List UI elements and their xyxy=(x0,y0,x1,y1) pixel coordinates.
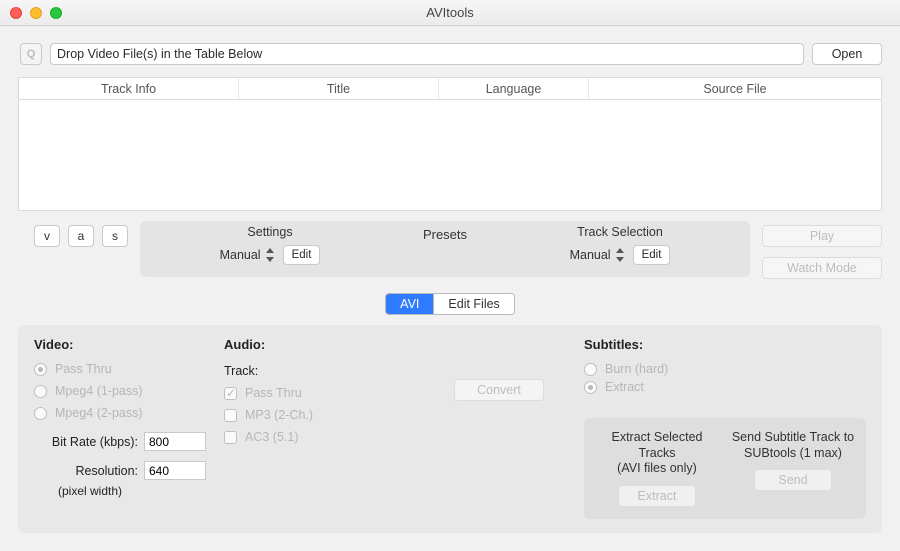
file-drop-field[interactable]: Drop Video File(s) in the Table Below xyxy=(50,43,804,65)
audio-mp3-option[interactable]: MP3 (2-Ch.) xyxy=(224,408,414,422)
options-panel: Video: Pass Thru Mpeg4 (1-pass) Mpeg4 (2… xyxy=(18,325,882,533)
resolution-hint: (pixel width) xyxy=(58,484,214,498)
open-button[interactable]: Open xyxy=(812,43,882,65)
option-label: AC3 (5.1) xyxy=(245,430,299,444)
column-track-info[interactable]: Track Info xyxy=(19,78,239,99)
video-mpeg4-2pass-option[interactable]: Mpeg4 (2-pass) xyxy=(34,406,214,420)
mode-segmented-control: AVI Edit Files xyxy=(385,293,515,315)
radio-icon xyxy=(34,363,47,376)
settings-dropdown[interactable]: Manual xyxy=(220,248,275,262)
segmented-row: AVI Edit Files xyxy=(0,293,900,315)
checkbox-icon xyxy=(224,431,237,444)
video-pass-thru-option[interactable]: Pass Thru xyxy=(34,362,214,376)
resolution-input[interactable] xyxy=(144,461,206,480)
send-button[interactable]: Send xyxy=(754,469,832,491)
s-button[interactable]: s xyxy=(102,225,128,247)
presets-panel: Settings Manual Edit Presets Track Selec… xyxy=(140,221,750,277)
bitrate-input[interactable] xyxy=(144,432,206,451)
video-mpeg4-1pass-option[interactable]: Mpeg4 (1-pass) xyxy=(34,384,214,398)
presets-title: Presets xyxy=(423,227,467,242)
radio-icon xyxy=(34,407,47,420)
convert-button[interactable]: Convert xyxy=(454,379,544,401)
presets-settings-col: Settings Manual Edit xyxy=(150,225,390,265)
track-selection-dropdown[interactable]: Manual xyxy=(570,248,625,262)
option-label: Mpeg4 (2-pass) xyxy=(55,406,143,420)
column-language[interactable]: Language xyxy=(439,78,589,99)
column-title[interactable]: Title xyxy=(239,78,439,99)
mid-row: v a s Settings Manual Edit Presets Track… xyxy=(18,221,882,279)
radio-icon xyxy=(584,381,597,394)
presets-track-col: Track Selection Manual Edit xyxy=(500,225,740,265)
audio-column: Audio: Track: Pass Thru MP3 (2-Ch.) AC3 … xyxy=(224,337,414,519)
tracks-table: Track Info Title Language Source File xyxy=(18,77,882,211)
tracks-table-body[interactable] xyxy=(19,100,881,210)
audio-ac3-option[interactable]: AC3 (5.1) xyxy=(224,430,414,444)
audio-track-label: Track: xyxy=(224,364,414,378)
option-label: Pass Thru xyxy=(245,386,302,400)
bitrate-label: Bit Rate (kbps): xyxy=(34,435,138,449)
track-selection-value: Manual xyxy=(570,248,611,262)
subtitles-heading: Subtitles: xyxy=(584,337,866,352)
vas-toggle-group: v a s xyxy=(18,221,128,247)
tab-avi[interactable]: AVI xyxy=(386,294,433,314)
bitrate-row: Bit Rate (kbps): xyxy=(34,432,214,451)
track-selection-label: Track Selection xyxy=(577,225,663,239)
watch-mode-button[interactable]: Watch Mode xyxy=(762,257,882,279)
chevron-updown-icon xyxy=(265,248,275,262)
extract-tracks-label: Extract Selected Tracks (AVI files only) xyxy=(594,430,720,477)
checkbox-icon xyxy=(224,409,237,422)
column-source[interactable]: Source File xyxy=(589,78,881,99)
subtitles-extract-option[interactable]: Extract xyxy=(584,380,668,394)
radio-icon xyxy=(584,363,597,376)
subtitles-burn-option[interactable]: Burn (hard) xyxy=(584,362,668,376)
extract-tracks-box: Extract Selected Tracks (AVI files only)… xyxy=(594,430,720,507)
subtitles-column: Subtitles: Burn (hard) Extract Extract S… xyxy=(584,337,866,519)
option-label: Pass Thru xyxy=(55,362,112,376)
settings-value: Manual xyxy=(220,248,261,262)
resolution-row: Resolution: xyxy=(34,461,214,480)
tab-edit-files[interactable]: Edit Files xyxy=(433,294,513,314)
option-label: Extract xyxy=(605,380,644,394)
resolution-label: Resolution: xyxy=(34,464,138,478)
audio-heading: Audio: xyxy=(224,337,414,352)
video-column: Video: Pass Thru Mpeg4 (1-pass) Mpeg4 (2… xyxy=(34,337,214,519)
checkbox-icon xyxy=(224,387,237,400)
send-subtitle-box: Send Subtitle Track to SUBtools (1 max) … xyxy=(730,430,856,507)
option-label: Mpeg4 (1-pass) xyxy=(55,384,143,398)
track-edit-button[interactable]: Edit xyxy=(633,245,671,265)
top-row: Q Drop Video File(s) in the Table Below … xyxy=(0,27,900,77)
convert-column: Convert xyxy=(424,337,574,519)
a-button[interactable]: a xyxy=(68,225,94,247)
title-bar: AVItools xyxy=(0,0,900,26)
option-label: MP3 (2-Ch.) xyxy=(245,408,313,422)
extract-button[interactable]: Extract xyxy=(618,485,696,507)
play-button[interactable]: Play xyxy=(762,225,882,247)
radio-icon xyxy=(34,385,47,398)
settings-edit-button[interactable]: Edit xyxy=(283,245,321,265)
side-buttons: Play Watch Mode xyxy=(762,221,882,279)
option-label: Burn (hard) xyxy=(605,362,668,376)
queue-indicator-icon[interactable]: Q xyxy=(20,43,42,65)
work-area: Q Drop Video File(s) in the Table Below … xyxy=(0,26,900,551)
chevron-updown-icon xyxy=(615,248,625,262)
video-heading: Video: xyxy=(34,337,214,352)
presets-title-col: Presets xyxy=(400,225,490,265)
settings-label: Settings xyxy=(247,225,292,239)
v-button[interactable]: v xyxy=(34,225,60,247)
tracks-table-header: Track Info Title Language Source File xyxy=(19,78,881,100)
send-subtitle-label: Send Subtitle Track to SUBtools (1 max) xyxy=(732,430,854,461)
window-title: AVItools xyxy=(0,5,900,20)
audio-pass-thru-option[interactable]: Pass Thru xyxy=(224,386,414,400)
subtitles-action-panel: Extract Selected Tracks (AVI files only)… xyxy=(584,418,866,519)
